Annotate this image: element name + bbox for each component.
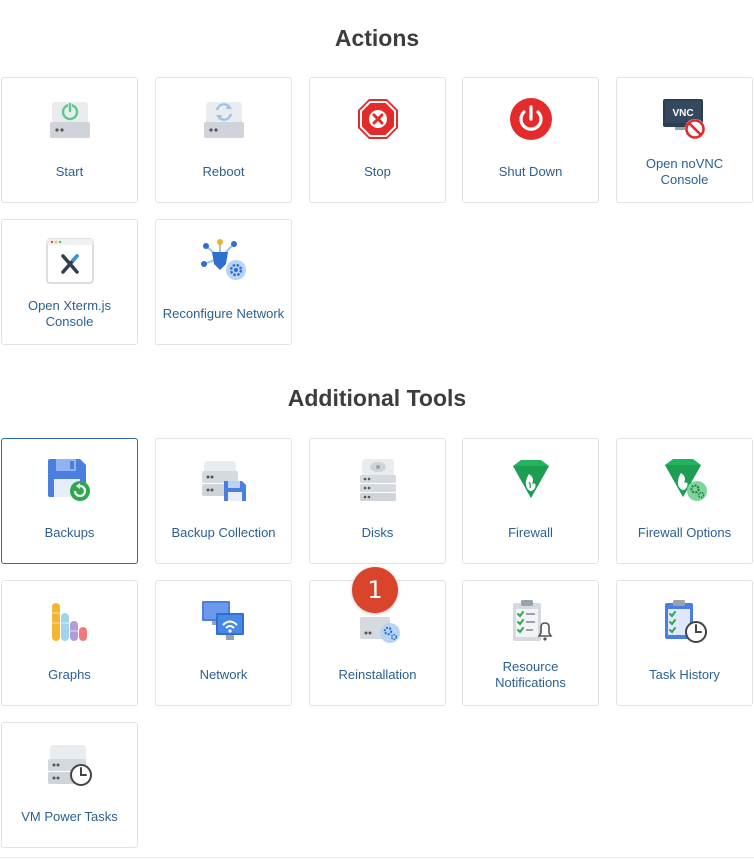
shut-down-label: Shut Down (498, 164, 563, 179)
xterm-console-icon (2, 236, 137, 286)
resource-notifications-label: Resource Notifications (495, 659, 566, 690)
server-power-icon (2, 94, 137, 144)
xterm-console-tile[interactable]: Open Xterm.js Console (1, 219, 138, 345)
graphs-label: Graphs (48, 667, 91, 682)
network-tile[interactable]: Network (155, 580, 292, 706)
vm-power-tasks-tile[interactable]: VM Power Tasks (1, 722, 138, 848)
vm-power-tasks-icon (2, 739, 137, 789)
task-history-tile[interactable]: Task History (616, 580, 753, 706)
firewall-options-tile[interactable]: Firewall Options (616, 438, 753, 564)
reconfigure-network-tile[interactable]: Reconfigure Network (155, 219, 292, 345)
reconfigure-network-label: Reconfigure Network (162, 306, 285, 321)
resource-notifications-icon (463, 597, 598, 647)
disks-tile[interactable]: Disks (309, 438, 446, 564)
stop-tile[interactable]: Stop (309, 77, 446, 203)
backup-collection-label: Backup Collection (171, 525, 276, 540)
novnc-console-label: Open noVNC Console (645, 156, 724, 187)
additional-tools-heading: Additional Tools (287, 385, 467, 411)
start-tile[interactable]: Start (1, 77, 138, 203)
firewall-icon (463, 455, 598, 505)
novnc-console-tile[interactable]: VNC Open noVNC Console (616, 77, 753, 203)
vm-power-tasks-label: VM Power Tasks (21, 809, 118, 824)
reinstallation-label: Reinstallation (338, 667, 417, 682)
network-monitors-icon (156, 597, 291, 647)
stop-sign-icon (310, 94, 445, 144)
firewall-options-label: Firewall Options (637, 525, 732, 540)
svg-text:VNC: VNC (672, 108, 693, 119)
firewall-options-icon (617, 455, 752, 505)
reboot-label: Reboot (202, 164, 245, 179)
disks-label: Disks (361, 525, 394, 540)
backup-collection-tile[interactable]: Backup Collection (155, 438, 292, 564)
reboot-tile[interactable]: Reboot (155, 77, 292, 203)
step-badge: 1 (352, 567, 398, 613)
start-label: Start (55, 164, 84, 179)
graphs-icon (2, 597, 137, 647)
shut-down-tile[interactable]: Shut Down (462, 77, 599, 203)
network-config-icon (156, 236, 291, 286)
floppy-backup-icon (2, 455, 137, 505)
backups-label: Backups (44, 525, 95, 540)
divider (0, 857, 754, 858)
actions-heading: Actions (334, 25, 420, 51)
graphs-tile[interactable]: Graphs (1, 580, 138, 706)
resource-notifications-tile[interactable]: Resource Notifications (462, 580, 599, 706)
task-history-label: Task History (649, 667, 720, 682)
backups-tile[interactable]: Backups (1, 438, 138, 564)
firewall-tile[interactable]: Firewall (462, 438, 599, 564)
power-button-icon (463, 94, 598, 144)
task-history-icon (617, 597, 752, 647)
stop-label: Stop (364, 164, 391, 179)
disks-icon (310, 455, 445, 505)
server-backup-icon (156, 455, 291, 505)
firewall-label: Firewall (508, 525, 553, 540)
network-label: Network (199, 667, 248, 682)
server-reboot-icon (156, 94, 291, 144)
xterm-console-label: Open Xterm.js Console (27, 298, 112, 329)
vnc-console-icon: VNC (617, 94, 752, 144)
